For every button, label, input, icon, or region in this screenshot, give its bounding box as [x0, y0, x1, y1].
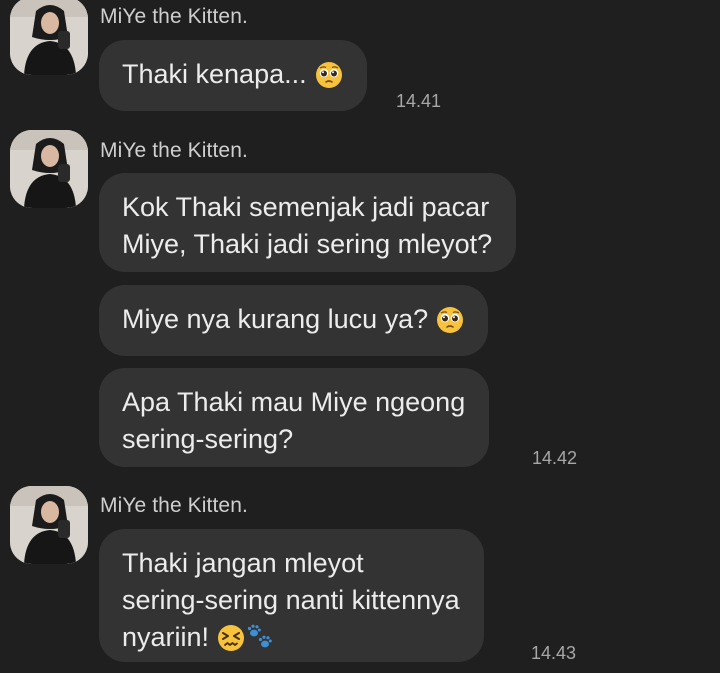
message-bubble[interactable]: Thaki kenapa...	[99, 40, 367, 111]
message-text: Kok Thaki semenjak jadi pacar	[122, 192, 490, 222]
sender-name: MiYe the Kitten.	[100, 494, 248, 517]
message-text: Thaki kenapa...	[122, 59, 307, 89]
message-text: nyariin!	[122, 622, 210, 652]
message-text: sering-sering?	[122, 424, 294, 454]
pleading-face-icon	[436, 306, 464, 344]
chat-view: MiYe the Kitten. Thaki kenapa... 14.41 M…	[0, 0, 720, 673]
message-text: sering-sering nanti kittennya	[122, 585, 460, 615]
paw-prints-icon	[245, 622, 275, 662]
confounded-face-icon	[217, 624, 245, 662]
avatar[interactable]	[10, 0, 88, 75]
message-text: Miye nya kurang lucu ya?	[122, 304, 429, 334]
message-text: Apa Thaki mau Miye ngeong	[122, 387, 466, 417]
message-bubble[interactable]: Apa Thaki mau Miye ngeong sering-sering?	[99, 368, 490, 467]
message-bubble[interactable]: Thaki jangan mleyot sering-sering nanti …	[99, 529, 484, 662]
avatar[interactable]	[10, 486, 88, 564]
pleading-face-icon	[315, 61, 343, 99]
sender-name: MiYe the Kitten.	[100, 139, 248, 162]
sender-name: MiYe the Kitten.	[100, 5, 248, 28]
timestamp: 14.42	[532, 448, 578, 468]
avatar[interactable]	[10, 130, 88, 208]
message-text: Miye, Thaki jadi sering mleyot?	[122, 229, 493, 259]
message-text: Thaki jangan mleyot	[122, 548, 364, 578]
timestamp: 14.41	[396, 91, 442, 111]
timestamp: 14.43	[531, 643, 577, 663]
message-bubble[interactable]: Miye nya kurang lucu ya?	[99, 285, 489, 356]
message-bubble[interactable]: Kok Thaki semenjak jadi pacar Miye, Thak…	[99, 173, 517, 272]
